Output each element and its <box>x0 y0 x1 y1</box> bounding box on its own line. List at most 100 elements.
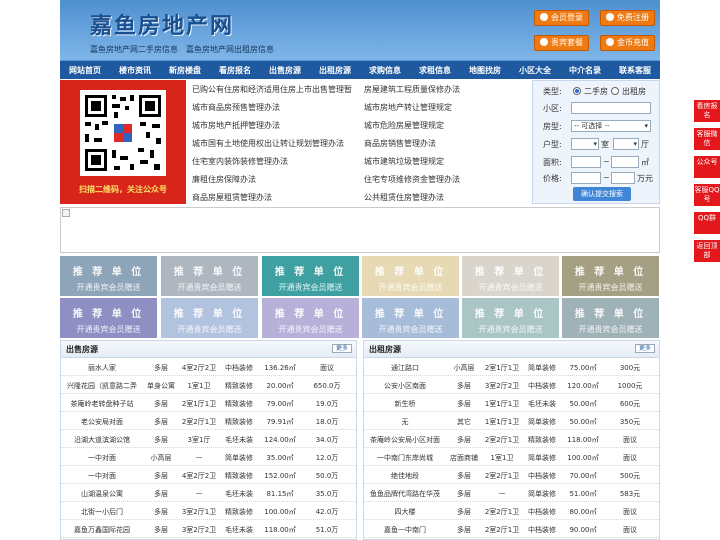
listing-location[interactable]: 新生桥 <box>364 399 446 409</box>
side-official-account[interactable]: 公众号 <box>694 156 720 178</box>
ad-slot[interactable]: 推 荐 单 位开通贵宾会员赠送 <box>60 298 157 338</box>
policy-link[interactable]: 住宅专项维修资金管理办法 <box>364 174 460 185</box>
policy-link[interactable]: 廉租住房保障办法 <box>192 174 256 185</box>
policy-link[interactable]: 房屋建筑工程质量保修办法 <box>364 84 460 95</box>
coin-recharge-button[interactable]: 金币充值 <box>600 35 655 51</box>
sale-more-button[interactable]: 更多 <box>332 344 352 353</box>
table-row[interactable]: 一中对面 小高层 — 简单装修 35.00㎡ 12.0万 <box>61 448 356 466</box>
table-row[interactable]: 茶庵岭公安局小区对面 多层 2室2厅1卫 精致装修 118.00㎡ 面议 <box>364 430 659 448</box>
ad-slot[interactable]: 推 荐 单 位开通贵宾会员赠送 <box>161 256 258 296</box>
listing-location[interactable]: 茶庵岭老转盘种子站 <box>61 399 143 409</box>
ad-slot[interactable]: 推 荐 单 位开通贵宾会员赠送 <box>60 256 157 296</box>
listing-location[interactable]: 老公安局对面 <box>61 417 143 427</box>
policy-link[interactable]: 城市房地产抵押管理办法 <box>192 120 280 131</box>
area-max-input[interactable] <box>611 156 639 168</box>
listing-location[interactable]: 绝佳地段 <box>364 471 446 481</box>
table-row[interactable]: 鱼鱼品牌代湾路在华茂 多层 — 简单装修 51.00㎡ 583元 <box>364 484 659 502</box>
table-row[interactable]: 嘉鱼一中南门 多层 2室2厅1卫 中档装修 90.00㎡ 面议 <box>364 520 659 538</box>
price-min-input[interactable] <box>571 172 601 184</box>
side-service-wechat[interactable]: 客服微信 <box>694 128 720 150</box>
listing-location[interactable]: 公安小区南面 <box>364 381 446 391</box>
table-row[interactable]: 丽水人家 多层 4室2厅2卫 中档装修 136.26㎡ 面议 <box>61 358 356 376</box>
listing-location[interactable]: 兴隆花园（凯意路二弄 <box>61 381 143 391</box>
listing-location[interactable]: 丽水人家 <box>61 363 143 373</box>
policy-link[interactable]: 城市危险房屋管理规定 <box>364 120 444 131</box>
site-logo-title[interactable]: 嘉鱼房地产网 <box>90 8 234 40</box>
ad-slot[interactable]: 推 荐 单 位开通贵宾会员赠送 <box>362 298 459 338</box>
listing-location[interactable]: 山湖温泉公寓 <box>61 489 143 499</box>
table-row[interactable]: 新生桥 多层 1室1厅1卫 毛坯未装 50.00㎡ 600元 <box>364 394 659 412</box>
listing-location[interactable]: 茶庵岭公安局小区对面 <box>364 435 446 445</box>
nav-wanted-buy[interactable]: 求购信息 <box>360 61 410 80</box>
table-row[interactable]: 无 其它 1室1厅1卫 简单装修 50.00㎡ 350元 <box>364 412 659 430</box>
listing-location[interactable]: 嘉鱼万鑫国际花园 <box>61 525 143 535</box>
secondhand-info-link[interactable]: 嘉鱼房地产网二手房信息 <box>90 44 178 55</box>
ad-slot[interactable]: 推 荐 单 位开通贵宾会员赠送 <box>562 256 659 296</box>
listing-location[interactable]: 沿湖大道滨湖公馆 <box>61 435 143 445</box>
policy-link[interactable]: 城市建筑垃圾管理规定 <box>364 156 444 167</box>
table-row[interactable]: 茶庵岭老转盘种子站 多层 2室1厅1卫 精致装修 79.00㎡ 19.0万 <box>61 394 356 412</box>
ad-slot[interactable]: 推 荐 单 位开通贵宾会员赠送 <box>262 298 359 338</box>
hall-select[interactable]: ▾ <box>613 138 639 150</box>
banner-image[interactable] <box>60 207 660 253</box>
side-qq-group[interactable]: QQ群 <box>694 212 720 234</box>
nav-viewing-signup[interactable]: 看房报名 <box>210 61 260 80</box>
policy-link[interactable]: 已购公有住房和经济适用住房上市出售管理暂 <box>192 84 352 95</box>
listing-location[interactable]: 嘉鱼一中南门 <box>364 525 446 535</box>
room-select[interactable]: ▾ <box>571 138 599 150</box>
table-row[interactable]: 嘉鱼万鑫国际花园 多层 3室2厅2卫 毛坯未装 118.00㎡ 51.0万 <box>61 520 356 538</box>
table-row[interactable]: 公安小区南面 多层 3室2厅2卫 中档装修 120.00㎡ 1000元 <box>364 376 659 394</box>
nav-agencies[interactable]: 中介名录 <box>560 61 610 80</box>
nav-news[interactable]: 楼市资讯 <box>110 61 160 80</box>
nav-rental-listings[interactable]: 出租房源 <box>310 61 360 80</box>
secondhand-radio[interactable] <box>573 87 581 95</box>
nav-map-search[interactable]: 地图找房 <box>460 61 510 80</box>
nav-wanted-rent[interactable]: 求租信息 <box>410 61 460 80</box>
ad-slot[interactable]: 推 荐 单 位开通贵宾会员赠送 <box>462 256 559 296</box>
side-viewing-signup[interactable]: 看房报名 <box>694 100 720 122</box>
table-row[interactable]: 兴隆花园（凯意路二弄 单身公寓 1室1卫 精致装修 20.00㎡ 650.0万 <box>61 376 356 394</box>
community-input[interactable] <box>571 102 651 114</box>
area-min-input[interactable] <box>571 156 601 168</box>
table-row[interactable]: 北街一小后门 多层 3室2厅1卫 精致装修 100.00㎡ 42.0万 <box>61 502 356 520</box>
nav-communities[interactable]: 小区大全 <box>510 61 560 80</box>
search-submit-button[interactable]: 确认提交搜索 <box>573 187 631 201</box>
policy-link[interactable]: 城市国有土地使用权出让转让规划管理办法 <box>192 138 344 149</box>
side-back-to-top[interactable]: 返回顶部 <box>694 240 720 262</box>
ad-slot[interactable]: 推 荐 单 位开通贵宾会员赠送 <box>161 298 258 338</box>
policy-link[interactable]: 商品房屋租赁管理办法 <box>192 192 272 203</box>
vip-package-button[interactable]: 贵宾套餐 <box>534 35 589 51</box>
policy-link[interactable]: 城市商品房预售管理办法 <box>192 102 280 113</box>
table-row[interactable]: 山湖温泉公寓 多层 — 毛坯未装 81.15㎡ 35.0万 <box>61 484 356 502</box>
listing-location[interactable]: 鱼鱼品牌代湾路在华茂 <box>364 489 446 499</box>
table-row[interactable]: 四大楼 多层 2室2厅1卫 中档装修 80.00㎡ 面议 <box>364 502 659 520</box>
house-type-select[interactable]: -- 可选择 -- ▾ <box>571 120 651 132</box>
free-register-button[interactable]: 免费注册 <box>600 10 655 26</box>
rental-radio[interactable] <box>611 87 619 95</box>
nav-sale-listings[interactable]: 出售房源 <box>260 61 310 80</box>
listing-location[interactable]: 北街一小后门 <box>61 507 143 517</box>
table-row[interactable]: 通江路口 小高层 2室1厅1卫 简单装修 75.00㎡ 300元 <box>364 358 659 376</box>
ad-slot[interactable]: 推 荐 单 位开通贵宾会员赠送 <box>562 298 659 338</box>
policy-link[interactable]: 商品房销售管理办法 <box>364 138 436 149</box>
listing-location[interactable]: 四大楼 <box>364 507 446 517</box>
table-row[interactable]: 一中对面 多层 4室2厅2卫 精致装修 152.00㎡ 50.0万 <box>61 466 356 484</box>
listing-location[interactable]: 一中对面 <box>61 453 143 463</box>
table-row[interactable]: 一中南门东岸尚城 店面商铺 1室1卫 简单装修 100.00㎡ 面议 <box>364 448 659 466</box>
rental-info-link[interactable]: 嘉鱼房地产网出租房信息 <box>186 44 274 55</box>
policy-link[interactable]: 城市房地产转让管理规定 <box>364 102 452 113</box>
nav-new-homes[interactable]: 新房楼盘 <box>160 61 210 80</box>
ad-slot[interactable]: 推 荐 单 位开通贵宾会员赠送 <box>362 256 459 296</box>
nav-contact-service[interactable]: 联系客服 <box>610 61 660 80</box>
member-login-button[interactable]: 会员登录 <box>534 10 589 26</box>
listing-location[interactable]: 无 <box>364 417 446 427</box>
price-max-input[interactable] <box>611 172 635 184</box>
ad-slot[interactable]: 推 荐 单 位开通贵宾会员赠送 <box>462 298 559 338</box>
policy-link[interactable]: 住宅室内装饰装修管理办法 <box>192 156 288 167</box>
policy-link[interactable]: 公共租赁住房管理办法 <box>364 192 444 203</box>
table-row[interactable]: 绝佳地段 多层 2室2厅1卫 中档装修 70.00㎡ 500元 <box>364 466 659 484</box>
ad-slot[interactable]: 推 荐 单 位开通贵宾会员赠送 <box>262 256 359 296</box>
table-row[interactable]: 沿湖大道滨湖公馆 多层 3室1厅 毛坯未装 124.00㎡ 34.0万 <box>61 430 356 448</box>
listing-location[interactable]: 一中南门东岸尚城 <box>364 453 446 463</box>
listing-location[interactable]: 一中对面 <box>61 471 143 481</box>
